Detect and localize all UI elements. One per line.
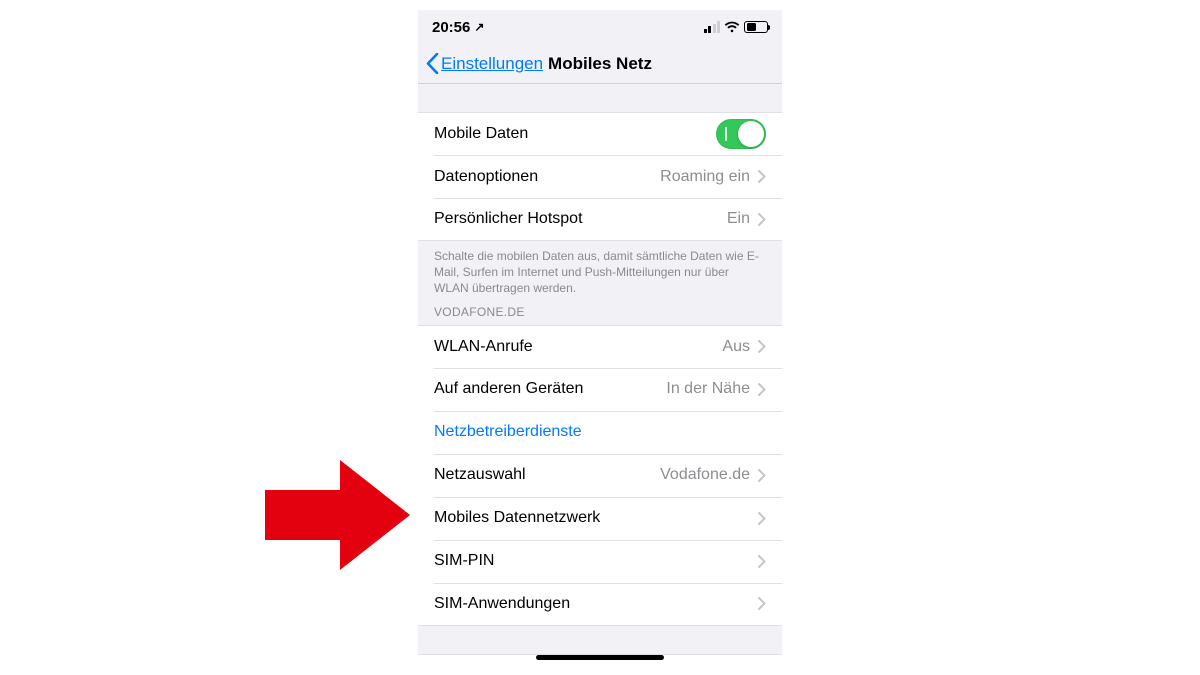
row-sim-pin[interactable]: SIM-PIN <box>418 540 782 583</box>
group-carrier: WLAN-Anrufe Aus Auf anderen Geräten In d… <box>418 325 782 626</box>
row-label: Datenoptionen <box>434 168 660 186</box>
row-value: Vodafone.de <box>660 466 750 484</box>
row-value: Roaming ein <box>660 168 750 186</box>
cellular-signal-icon <box>704 21 721 33</box>
row-label: SIM-PIN <box>434 552 758 570</box>
row-network-selection[interactable]: Netzauswahl Vodafone.de <box>418 454 782 497</box>
page-title: Mobiles Netz <box>548 54 652 74</box>
chevron-right-icon <box>758 512 766 525</box>
row-cellular-data-network[interactable]: Mobiles Datennetzwerk <box>418 497 782 540</box>
wifi-icon <box>724 21 740 33</box>
chevron-right-icon <box>758 340 766 353</box>
row-value: Aus <box>722 338 750 356</box>
row-value: Ein <box>727 210 750 228</box>
row-carrier-services[interactable]: Netzbetreiberdienste <box>418 411 782 454</box>
chevron-right-icon <box>758 555 766 568</box>
row-label: SIM-Anwendungen <box>434 595 758 613</box>
row-label: Netzauswahl <box>434 466 660 484</box>
mobile-data-toggle[interactable] <box>716 119 766 149</box>
row-value: In der Nähe <box>666 380 750 398</box>
status-bar: 20:56 ↗ <box>418 10 782 44</box>
section-spacer <box>418 626 782 654</box>
row-data-options[interactable]: Datenoptionen Roaming ein <box>418 155 782 198</box>
group-mobile-data: Mobile Daten Datenoptionen Roaming ein P… <box>418 112 782 241</box>
row-wlan-calls[interactable]: WLAN-Anrufe Aus <box>418 325 782 368</box>
navigation-bar: Einstellungen Mobiles Netz <box>418 44 782 84</box>
chevron-right-icon <box>758 597 766 610</box>
phone-screen: 20:56 ↗ Einstellungen Mobiles Netz Mobil… <box>418 10 782 665</box>
chevron-right-icon <box>758 469 766 482</box>
back-button[interactable]: Einstellungen <box>441 54 543 74</box>
chevron-right-icon <box>758 213 766 226</box>
row-personal-hotspot[interactable]: Persönlicher Hotspot Ein <box>418 198 782 241</box>
status-time: 20:56 <box>432 19 470 36</box>
battery-icon <box>744 21 768 33</box>
annotation-arrow-icon <box>265 455 415 580</box>
chevron-right-icon <box>758 383 766 396</box>
chevron-right-icon <box>758 170 766 183</box>
row-label: Mobiles Datennetzwerk <box>434 509 758 527</box>
location-icon: ↗ <box>474 20 484 34</box>
group-header-carrier: VODAFONE.DE <box>418 301 782 325</box>
row-label: Auf anderen Geräten <box>434 380 666 398</box>
row-sim-applications[interactable]: SIM-Anwendungen <box>418 583 782 626</box>
section-spacer <box>418 84 782 112</box>
group-footer-text: Schalte die mobilen Daten aus, damit säm… <box>418 241 782 301</box>
row-mobile-data: Mobile Daten <box>418 112 782 155</box>
back-chevron-icon[interactable] <box>426 53 439 74</box>
row-label: Persönlicher Hotspot <box>434 210 727 228</box>
row-label: Netzbetreiberdienste <box>434 423 766 441</box>
row-other-devices[interactable]: Auf anderen Geräten In der Nähe <box>418 368 782 411</box>
home-indicator[interactable] <box>536 655 664 660</box>
row-label: Mobile Daten <box>434 125 716 143</box>
row-label: WLAN-Anrufe <box>434 338 722 356</box>
